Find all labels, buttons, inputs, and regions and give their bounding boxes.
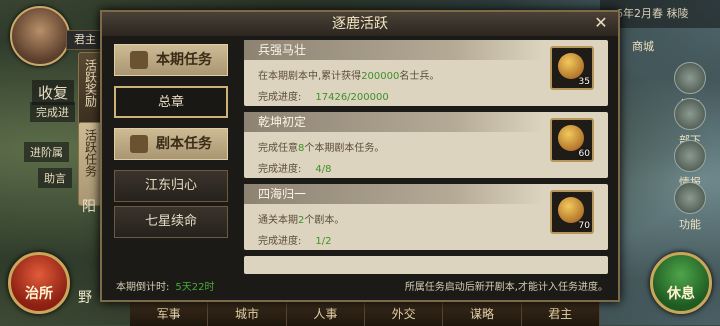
gear-icon [674,182,706,214]
coin-icon [558,197,584,223]
shop-label: 商城 [632,40,654,53]
city-name: 阳 [82,199,96,215]
seat-label: 治所 [25,286,53,302]
tab-active-rewards-label: 活跃奖励 [83,59,98,107]
help-label[interactable]: 助言 [38,168,72,188]
task-card: 乾坤初定 完成任意8个本期剧本任务。 完成进度: 4/8 60 [244,112,608,178]
complete-label: 完成进 [30,102,75,122]
wild-label: 野 [78,290,92,306]
book-icon [674,140,706,172]
scroll-icon [130,51,148,69]
task-title: 兵强马壮 [244,40,544,60]
functions-button[interactable]: 功能 [670,182,710,232]
reward-box[interactable]: 60 [550,118,594,162]
task-progress: 完成进度: 1/2 [258,236,332,247]
book-icon [130,135,148,153]
lord-avatar[interactable] [10,6,70,66]
tab-active-tasks[interactable]: 活跃任务 [78,122,102,206]
rest-button[interactable]: 休息 [650,252,712,314]
reward-count: 70 [578,221,590,231]
task-card: 四海归一 通关本期2个剧本。 完成进度: 1/2 70 [244,184,608,250]
task-progress: 完成进度: 4/8 [258,164,332,175]
tab-active-rewards[interactable]: 活跃奖励 [78,52,102,126]
task-progress: 完成进度: 17426/200000 [258,92,389,103]
seat-button[interactable]: 治所 [8,252,70,314]
reward-box[interactable]: 35 [550,46,594,90]
task-desc: 完成任意8个本期剧本任务。 [258,143,385,154]
dialog-title: 逐鹿活跃 [102,12,618,36]
lord-tag: 君主 [66,30,104,50]
bottom-city[interactable]: 城市 [208,302,287,326]
reward-count: 60 [578,149,590,159]
section-scenario-tasks-label: 剧本任务 [156,136,212,152]
advance-label[interactable]: 进阶属 [24,142,69,162]
functions-label: 功能 [679,218,701,231]
task-card-partial [244,256,608,274]
sidebar-item-qixing[interactable]: 七星续命 [114,206,228,238]
shop-button[interactable]: 商城 [618,38,668,54]
reward-count: 35 [578,77,590,87]
countdown: 本期倒计时: 5天22时 [116,282,215,293]
dialog-footer: 本期倒计时: 5天22时 所属任务启动后新开剧本,才能计入任务进度。 [102,278,618,298]
section-current-tasks[interactable]: 本期任务 [114,44,228,76]
close-icon[interactable]: ✕ [592,14,610,32]
bottom-military[interactable]: 军事 [130,302,209,326]
reward-box[interactable]: 70 [550,190,594,234]
bottom-menu: 军事 城市 人事 外交 谋略 君主 [130,301,600,326]
tab-active-tasks-label: 活跃任务 [83,129,98,177]
task-desc: 在本期剧本中,累计获得200000名士兵。 [258,71,440,82]
bottom-strategy[interactable]: 谋略 [443,302,522,326]
section-scenario-tasks[interactable]: 剧本任务 [114,128,228,160]
scroll-icon [674,62,706,94]
coin-icon [558,53,584,79]
task-card: 兵强马壮 在本期剧本中,累计获得200000名士兵。 完成进度: 17426/20… [244,40,608,106]
active-dialog: 逐鹿活跃 ✕ 本期任务 总章 剧本任务 江东归心 七星续命 兵强马壮 在本期剧本… [100,10,620,302]
task-desc: 通关本期2个剧本。 [258,215,345,226]
bottom-diplomacy[interactable]: 外交 [365,302,444,326]
coin-icon [558,125,584,151]
sidebar-item-general[interactable]: 总章 [114,86,228,118]
sidebar-item-jiangdong[interactable]: 江东归心 [114,170,228,202]
bottom-personnel[interactable]: 人事 [287,302,365,326]
task-title: 乾坤初定 [244,112,544,132]
bottom-lord[interactable]: 君主 [522,302,600,326]
footer-note: 所属任务启动后新开剧本,才能计入任务进度。 [404,282,608,293]
soldier-icon [674,98,706,130]
section-current-tasks-label: 本期任务 [156,52,212,68]
task-title: 四海归一 [244,184,544,204]
rest-label: 休息 [667,286,695,302]
